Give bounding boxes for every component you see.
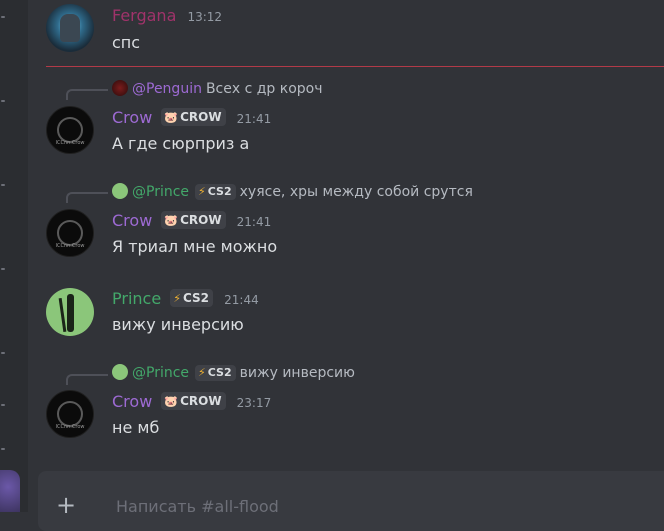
avatar[interactable]: ICCnn.Crow [46,106,94,154]
reply-text: хуясе, хры между собой срутся [239,184,473,200]
message-text: Я триал мне можно [112,237,278,256]
channel-indicator [1,352,5,354]
lightning-icon: ⚡ [173,292,181,305]
prince-avatar-icon [112,183,128,199]
message-composer: + [38,471,664,531]
role-tag: ⚡ CS2 [195,365,236,381]
reply-preview[interactable]: @Penguin Всех с др короч [112,80,323,97]
prince-avatar-icon [112,364,128,380]
avatar[interactable]: ICCnn.Crow [46,209,94,257]
message-text: не мб [112,418,160,437]
add-attachment-icon[interactable]: + [56,493,76,517]
reply-connector [66,192,108,203]
new-messages-divider [46,66,664,67]
timestamp: 21:41 [236,112,272,126]
lightning-icon: ⚡ [198,366,206,379]
message-text: спс [112,33,141,52]
pig-icon: 🐷 [164,214,179,227]
role-tag: ⚡ CS2 [170,289,214,307]
reply-author[interactable]: @Prince [132,184,189,200]
timestamp: 23:17 [236,396,272,410]
reply-text: вижу инверсию [239,365,355,381]
channel-indicator [1,184,5,186]
timestamp: 21:44 [224,293,259,307]
reply-connector [66,89,108,100]
message-text: А где сюрприз а [112,134,250,153]
channel-indicator [1,268,5,270]
author-name[interactable]: Crow [112,392,152,411]
channel-indicator [1,100,5,102]
lightning-icon: ⚡ [198,185,206,198]
pig-icon: 🐷 [164,111,179,124]
reply-text: Всех с др короч [205,81,323,97]
reply-author[interactable]: @Penguin [132,81,202,97]
avatar[interactable]: ICCnn.Crow [46,390,94,438]
author-name[interactable]: Prince [112,289,161,308]
timestamp: 21:41 [236,215,272,229]
penguin-avatar-icon [112,80,128,96]
author-name[interactable]: Fergana [112,6,176,25]
reply-preview[interactable]: @Prince ⚡ CS2 вижу инверсию [112,364,355,381]
author-name[interactable]: Crow [112,211,152,230]
channel-indicator [1,404,5,406]
pig-icon: 🐷 [164,395,179,408]
reply-preview[interactable]: @Prince ⚡ CS2 хуясе, хры между собой срутся [112,183,473,200]
message-text: вижу инверсию [112,315,244,334]
message-input[interactable] [114,493,518,519]
timestamp: 13:12 [187,10,223,24]
avatar[interactable] [46,4,94,52]
server-sidebar-strip [0,0,28,512]
reply-author[interactable]: @Prince [132,365,189,381]
message-list: Fergana 13:12 спс @Penguin Всех с др коро… [28,0,664,470]
role-tag: 🐷 CROW [161,392,226,410]
role-tag: ⚡ CS2 [195,184,236,200]
role-tag: 🐷 CROW [161,108,226,126]
reply-connector [66,374,108,385]
user-avatar[interactable] [0,470,20,512]
author-name[interactable]: Crow [112,108,152,127]
role-tag: 🐷 CROW [161,211,226,229]
channel-indicator [1,16,5,18]
channel-indicator [1,448,5,450]
avatar[interactable] [46,288,94,336]
